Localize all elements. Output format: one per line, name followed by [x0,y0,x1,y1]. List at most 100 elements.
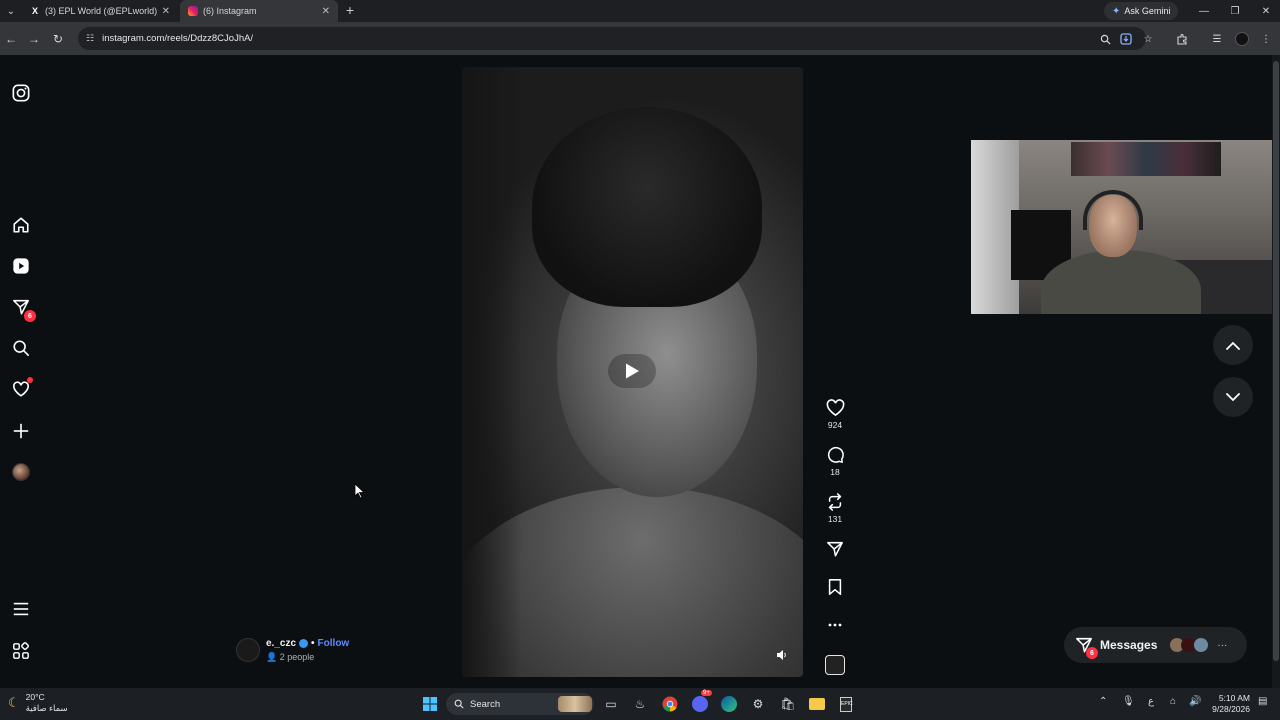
chrome-icon[interactable] [660,694,680,714]
windows-start-icon[interactable] [420,694,440,714]
chevron-up-icon [1226,341,1240,350]
edge-icon[interactable] [719,694,739,714]
task-view-icon[interactable]: ▭ [601,694,621,714]
notifications-heart-icon[interactable] [10,377,33,400]
url-text: instagram.com/reels/Ddzz8CJoJhA/ [102,33,254,44]
share-action[interactable] [822,538,848,560]
forward-arrow-icon[interactable]: → [25,30,43,48]
tab-epl-world[interactable]: X (3) EPL World (@EPLworld) / X ✕ [22,0,178,22]
more-menu-icon[interactable] [10,598,32,620]
original-audio-thumbnail[interactable] [825,655,845,675]
tab-search-icon[interactable]: ☰ [1208,30,1226,48]
tab-search-chevron-icon[interactable]: ⌄ [2,2,20,20]
settings-gear-icon[interactable]: ⚙ [748,694,768,714]
minimize-icon[interactable]: — [1192,2,1216,20]
instagram-favicon-icon [188,6,198,16]
search-icon [454,699,464,709]
moon-weather-icon: ☾ [8,695,20,710]
close-window-icon[interactable]: ✕ [1254,2,1278,20]
repost-icon[interactable] [822,491,848,513]
like-action[interactable]: 924 [822,397,848,430]
epic-games-icon[interactable]: EPIC [836,694,856,714]
chevron-down-icon [1226,392,1240,401]
tab-instagram[interactable]: (6) Instagram ✕ [180,0,338,22]
browser-tab-bar: ⌄ X (3) EPL World (@EPLworld) / X ✕ (6) … [0,0,1280,22]
create-plus-icon[interactable] [10,420,32,442]
messenger-direct-icon[interactable]: 6 [10,296,36,322]
discord-badge: 9+ [701,690,712,696]
also-from-meta-icon[interactable] [10,640,32,662]
menu-kebab-icon[interactable]: ⋮ [1257,30,1275,48]
messages-button[interactable]: 6 Messages ··· [1064,627,1247,663]
likes-count: 924 [827,420,843,430]
close-tab-icon[interactable]: ✕ [322,6,330,17]
reels-icon[interactable] [10,255,32,277]
microphone-icon[interactable]: 🎙 [1122,696,1135,707]
follow-button[interactable]: Follow [318,638,350,649]
comment-bubble-icon[interactable] [822,444,848,466]
profile-avatar[interactable] [10,461,32,483]
webcam-posters [1071,142,1221,176]
taskbar-search[interactable]: Search [446,693,594,715]
search-highlight-image [558,696,592,712]
collaborators[interactable]: 👤 2 people [266,652,349,663]
restore-icon[interactable]: ❐ [1223,2,1247,20]
install-app-icon[interactable] [1117,30,1135,48]
microsoft-store-icon[interactable]: 🛍 [778,694,798,714]
url-field[interactable]: ☷ instagram.com/reels/Ddzz8CJoJhA/ [78,27,1146,50]
share-paper-plane-icon[interactable] [822,538,848,560]
show-hidden-icons-chevron-icon[interactable]: ⌃ [1099,696,1107,707]
notification-bell-icon[interactable]: ▤ [1258,696,1267,707]
heart-icon[interactable] [822,397,848,419]
search-icon[interactable] [10,337,32,359]
comment-action[interactable]: 18 [822,444,848,477]
bookmark-star-icon[interactable]: ☆ [1139,30,1157,48]
taskbar-clock[interactable]: 5:10 AM 9/28/2026 [1208,693,1250,715]
reload-icon[interactable]: ↻ [49,30,67,48]
site-info-icon[interactable]: ☷ [86,33,94,44]
x-logo-icon: X [31,6,38,16]
author-avatar[interactable] [236,638,260,662]
back-arrow-icon[interactable]: ← [2,30,20,48]
extensions-puzzle-icon[interactable] [1173,30,1191,48]
volume-icon[interactable] [774,647,790,663]
direct-notification-badge: 6 [24,310,36,322]
play-button[interactable] [608,354,656,388]
save-action[interactable] [822,576,848,598]
bookmark-icon[interactable] [822,576,848,598]
input-language[interactable]: ع [1148,696,1154,707]
messenger-icon: 6 [1074,635,1098,659]
scrollbar-thumb[interactable] [1273,61,1279,661]
new-tab-plus-icon[interactable]: + [342,2,358,18]
chat-avatar [1193,637,1210,653]
instagram-logo-icon[interactable] [10,82,32,104]
repost-action[interactable]: 131 [822,491,848,524]
webcam-overlay [971,140,1280,314]
notification-dot [27,377,33,383]
reposts-count: 131 [827,514,843,524]
ask-gemini-button[interactable]: ✦ Ask Gemini [1104,2,1179,20]
steam-icon[interactable]: ♨ [630,694,650,714]
file-explorer-icon[interactable] [807,694,827,714]
more-dots-icon: ··· [1217,639,1228,651]
reel-author: e._czc • Follow 👤 2 people [236,638,349,663]
previous-reel-button[interactable] [1213,325,1253,365]
more-dots-icon[interactable] [822,614,848,636]
weather-widget[interactable]: ☾ 20°C سماء صافية [8,692,68,714]
messages-badge: 6 [1086,647,1098,659]
close-tab-icon[interactable]: ✕ [162,6,170,17]
network-icon[interactable]: ⌂ [1170,696,1176,707]
reel-video[interactable] [462,67,803,677]
zoom-icon[interactable] [1096,30,1114,48]
page-scrollbar[interactable] [1272,55,1280,688]
home-icon[interactable] [10,214,32,236]
video-frame-hair [532,107,762,307]
next-reel-button[interactable] [1213,377,1253,417]
instagram-reels-page: 6 924 18 131 e._czc • Follow 👤 2 people … [0,55,1280,688]
discord-icon[interactable]: 9+ [690,690,712,714]
author-username[interactable]: e._czc [266,638,296,649]
volume-icon[interactable]: 🔊 [1189,696,1201,707]
profile-avatar-icon[interactable] [1235,32,1249,46]
more-options-action[interactable] [822,614,848,636]
address-toolbar: ← → ↻ ☷ instagram.com/reels/Ddzz8CJoJhA/… [0,22,1280,55]
